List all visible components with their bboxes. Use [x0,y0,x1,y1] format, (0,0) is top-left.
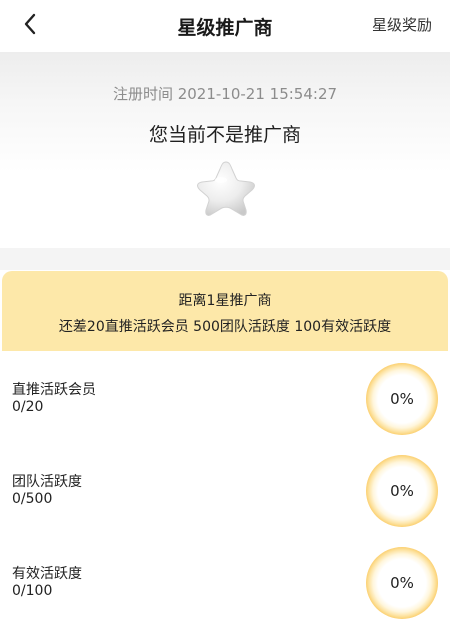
progress-ring: 0% [366,455,438,527]
metric-value: 0/500 [12,491,53,507]
progress-percent: 0% [390,482,414,500]
promoter-status: 您当前不是推广商 [148,124,301,146]
nav-bar: 星级推广商 星级奖励 [0,0,450,52]
metric-row-direct-members: 直推活跃会员 0/20 0% [0,351,450,441]
progress-percent: 0% [390,390,414,408]
progress-percent: 0% [390,574,414,592]
progress-ring: 0% [366,363,438,435]
status-header: 注册时间 2021-10-21 15:54:27 您当前不是推广商 [0,52,450,248]
star-rewards-link[interactable]: 星级奖励 [372,14,432,35]
metric-value: 0/100 [12,583,53,599]
metric-value: 0/20 [12,399,44,415]
registration-time: 注册时间 2021-10-21 15:54:27 [112,85,338,103]
next-level-title: 距离1星推广商 [178,293,272,309]
section-divider [0,248,450,270]
star-icon [194,158,258,218]
metric-label: 团队活跃度 [12,474,82,490]
next-level-requirements: 还差20直推活跃会员 500团队活跃度 100有效活跃度 [58,319,392,335]
metric-row-effective-activity: 有效活跃度 0/100 0% [0,535,450,625]
progress-ring: 0% [366,547,438,619]
metric-row-team-activity: 团队活跃度 0/500 0% [0,443,450,533]
next-level-card: 距离1星推广商 还差20直推活跃会员 500团队活跃度 100有效活跃度 [2,271,448,351]
metric-label: 有效活跃度 [12,566,82,582]
metric-label: 直推活跃会员 [12,382,96,398]
